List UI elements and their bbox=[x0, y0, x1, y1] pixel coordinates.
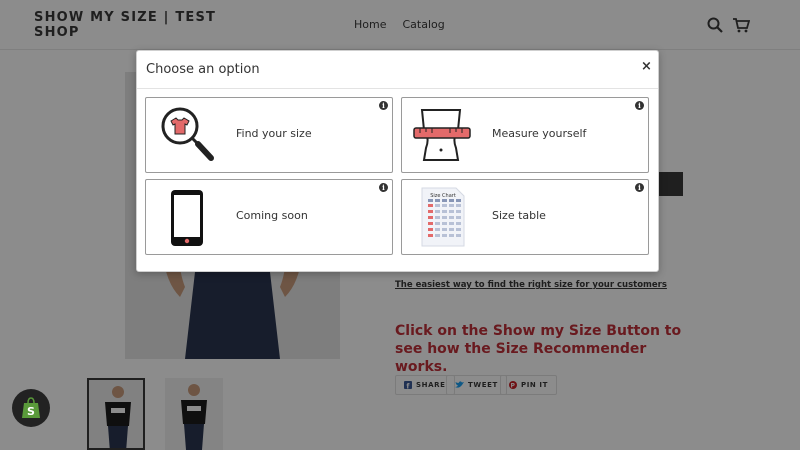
shopify-bag-icon: S bbox=[22, 397, 40, 418]
choose-option-modal: Choose an option × Find your size i Meas… bbox=[136, 50, 659, 272]
option-measure-yourself[interactable]: Measure yourself i bbox=[401, 97, 649, 173]
size-chart-caption: Size Chart bbox=[430, 193, 456, 199]
option-size-table[interactable]: Size Chart Size table i bbox=[401, 179, 649, 255]
search-shirt-icon bbox=[161, 107, 214, 161]
info-icon[interactable]: i bbox=[379, 183, 388, 192]
option-label: Find your size bbox=[236, 127, 312, 140]
option-label: Size table bbox=[492, 209, 546, 222]
option-find-your-size[interactable]: Find your size i bbox=[145, 97, 393, 173]
option-label: Measure yourself bbox=[492, 127, 587, 140]
info-icon[interactable]: i bbox=[635, 183, 644, 192]
option-coming-soon[interactable]: Coming soon i bbox=[145, 179, 393, 255]
option-label: Coming soon bbox=[236, 209, 308, 222]
modal-title: Choose an option bbox=[146, 62, 260, 77]
close-icon[interactable]: × bbox=[641, 59, 652, 74]
info-icon[interactable]: i bbox=[379, 101, 388, 110]
measuring-tape-icon bbox=[413, 109, 471, 161]
modal-divider bbox=[137, 88, 658, 89]
smartphone-icon bbox=[171, 190, 203, 246]
shopify-badge[interactable]: S bbox=[12, 389, 50, 427]
info-icon[interactable]: i bbox=[635, 101, 644, 110]
size-chart-icon: Size Chart bbox=[421, 187, 465, 247]
svg-text:S: S bbox=[27, 405, 35, 418]
